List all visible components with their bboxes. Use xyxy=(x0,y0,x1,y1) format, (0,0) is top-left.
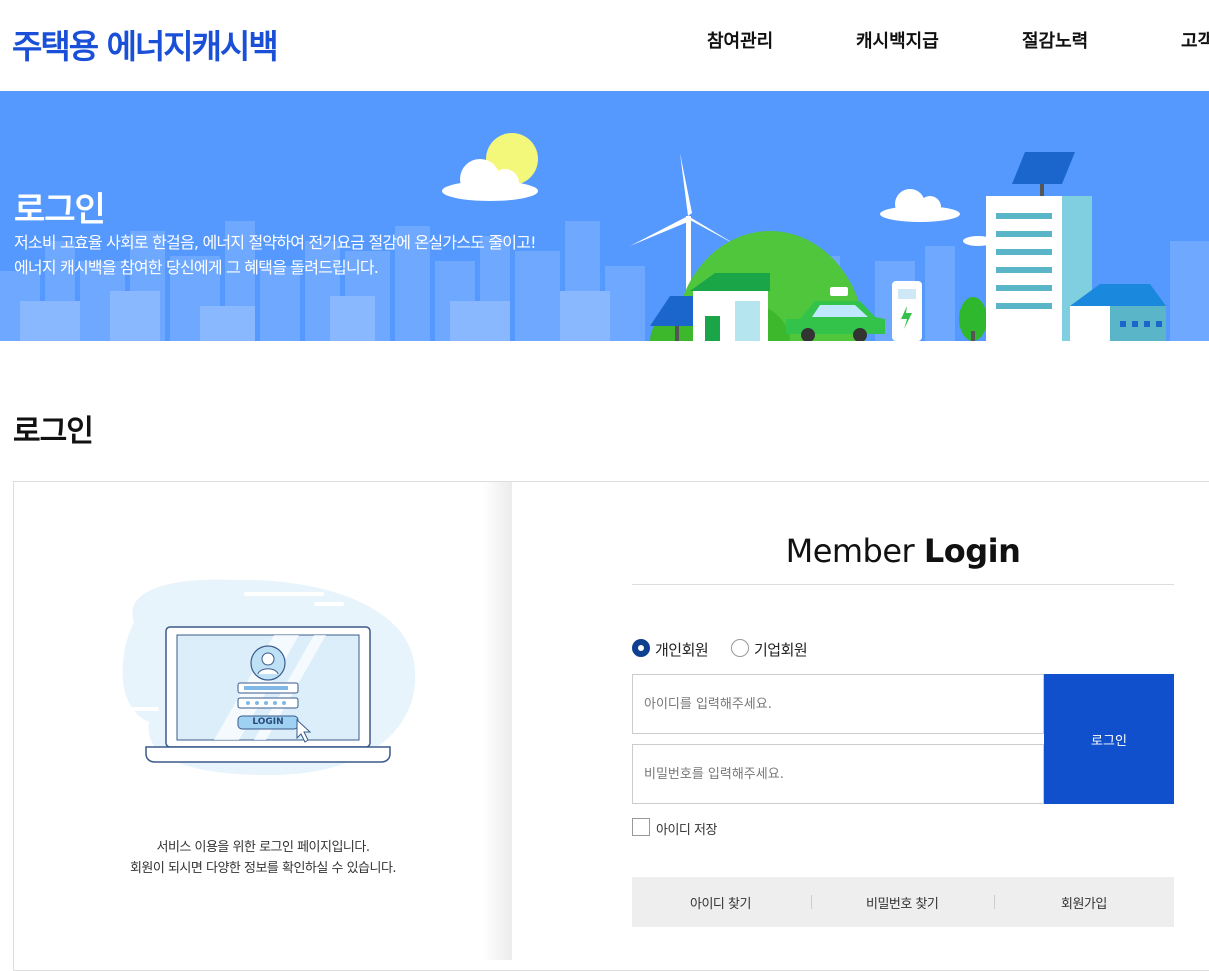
save-id-checkbox[interactable] xyxy=(632,818,650,836)
title-divider xyxy=(632,584,1174,585)
link-separator xyxy=(994,895,995,909)
nav-item-customer[interactable]: 고객 xyxy=(1181,27,1209,53)
banner-description: 저소비 고효율 사회로 한걸음, 에너지 절약하여 전기요금 절감에 온실가스도… xyxy=(14,230,537,280)
account-links-bar: 아이디 찾기 비밀번호 찾기 회원가입 xyxy=(632,877,1174,927)
site-header: 주택용 에너지캐시백 참여관리 캐시백지급 절감노력 고객 xyxy=(0,0,1209,90)
illustration-login-label: LOGIN xyxy=(252,717,284,727)
save-id-label[interactable]: 아이디 저장 xyxy=(656,819,717,838)
member-title-bold: Login xyxy=(923,532,1021,570)
login-info-line-2: 회원이 되시면 다양한 정보를 확인하실 수 있습니다. xyxy=(129,861,397,876)
link-separator xyxy=(811,895,812,909)
password-input[interactable] xyxy=(632,744,1044,804)
main-nav: 참여관리 캐시백지급 절감노력 고객 xyxy=(0,27,1209,57)
company-member-radio[interactable] xyxy=(731,639,749,657)
login-info-text: 서비스 이용을 위한 로그인 페이지입니다. 회원이 되시면 다양한 정보를 확… xyxy=(14,837,512,879)
nav-item-cashback-payment[interactable]: 캐시백지급 xyxy=(856,27,939,53)
page-title: 로그인 xyxy=(13,414,94,449)
join-link[interactable]: 회원가입 xyxy=(1061,893,1107,912)
personal-member-label[interactable]: 개인회원 xyxy=(655,639,709,660)
banner-title: 로그인 xyxy=(14,190,106,230)
personal-member-radio[interactable] xyxy=(632,639,650,657)
panel-divider-shadow xyxy=(482,482,512,960)
find-password-link[interactable]: 비밀번호 찾기 xyxy=(866,893,939,912)
find-id-link[interactable]: 아이디 찾기 xyxy=(690,893,751,912)
user-id-input[interactable] xyxy=(632,674,1044,734)
banner-desc-line-1: 저소비 고효율 사회로 한걸음, 에너지 절약하여 전기요금 절감에 온실가스도… xyxy=(14,233,537,252)
nav-item-saving-effort[interactable]: 절감노력 xyxy=(1022,27,1088,53)
login-box: LOGIN 서비스 이용을 위한 로그인 페이지입니다. 회원이 되시면 다양한… xyxy=(13,481,1209,971)
login-info-panel: LOGIN 서비스 이용을 위한 로그인 페이지입니다. 회원이 되시면 다양한… xyxy=(14,482,512,960)
member-title-light: Member xyxy=(785,532,915,570)
nav-item-participation[interactable]: 참여관리 xyxy=(707,27,773,53)
login-button[interactable]: 로그인 xyxy=(1044,674,1174,804)
hero-banner: 로그인 저소비 고효율 사회로 한걸음, 에너지 절약하여 전기요금 절감에 온… xyxy=(0,91,1209,341)
banner-illustration xyxy=(0,133,1209,341)
member-login-title: Member Login xyxy=(632,532,1174,570)
laptop-login-illustration xyxy=(122,579,416,776)
company-member-label[interactable]: 기업회원 xyxy=(754,639,808,660)
banner-desc-line-2: 에너지 캐시백을 참여한 당신에게 그 혜택을 돌려드립니다. xyxy=(14,258,379,277)
login-info-line-1: 서비스 이용을 위한 로그인 페이지입니다. xyxy=(156,840,370,855)
